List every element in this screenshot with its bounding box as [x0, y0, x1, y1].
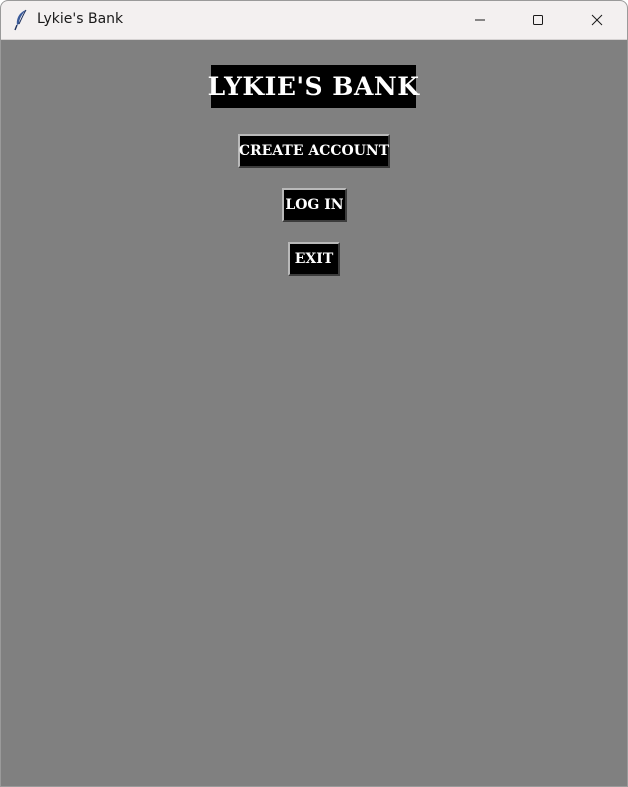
exit-button[interactable]: EXIT	[288, 242, 340, 276]
close-icon	[591, 14, 603, 26]
maximize-icon	[533, 15, 543, 25]
maximize-button[interactable]	[509, 1, 567, 39]
title-bar[interactable]: Lykie's Bank	[1, 1, 627, 40]
bank-title: LYKIE'S BANK	[208, 65, 419, 108]
minimize-button[interactable]	[451, 1, 509, 39]
feather-icon	[13, 9, 29, 31]
minimize-icon	[475, 19, 485, 21]
close-button[interactable]	[568, 1, 626, 39]
create-account-button[interactable]: CREATE ACCOUNT	[238, 134, 390, 168]
window-title: Lykie's Bank	[37, 11, 124, 27]
main-panel: LYKIE'S BANK CREATE ACCOUNT LOG IN EXIT	[1, 40, 627, 786]
app-window: Lykie's Bank LYKIE'S BANK CREATE ACCOUNT…	[0, 0, 628, 787]
log-in-button[interactable]: LOG IN	[282, 188, 347, 222]
